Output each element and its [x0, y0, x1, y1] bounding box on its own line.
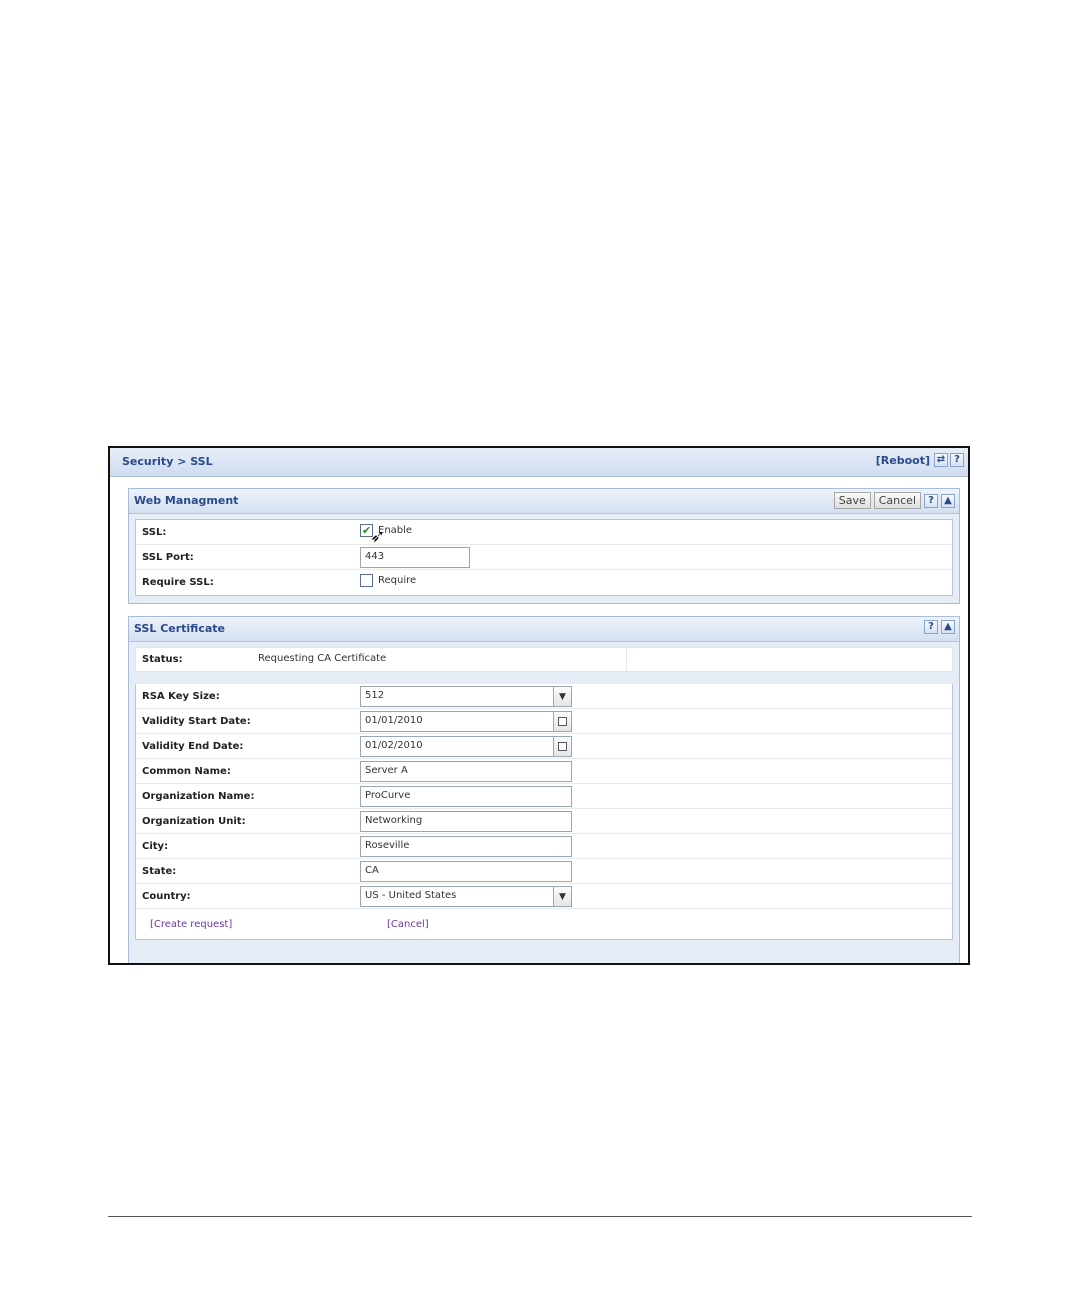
rsa-key-size-label: RSA Key Size: — [142, 691, 220, 702]
validity-start-value: 01/01/2010 — [365, 715, 423, 726]
panel-title: SSL Certificate — [134, 622, 225, 635]
cancel-button[interactable]: Cancel — [873, 492, 921, 509]
web-management-header: Web Managment Save Cancel ? ▲ — [129, 489, 959, 514]
action-links: [Create request] [Cancel] — [136, 909, 952, 939]
chevron-down-icon[interactable]: ▼ — [553, 687, 571, 706]
organization-unit-label: Organization Unit: — [142, 816, 246, 827]
web-management-form: SSL: ✔ Enable ➶ SSL Port: 443 Require SS… — [135, 519, 953, 596]
validity-start-input[interactable]: 01/01/2010 — [360, 711, 572, 732]
organization-name-label: Organization Name: — [142, 791, 255, 802]
rsa-key-size-select[interactable]: 512 ▼ — [360, 686, 572, 707]
common-name-label: Common Name: — [142, 766, 231, 777]
calendar-icon[interactable] — [553, 712, 571, 731]
country-select[interactable]: US - United States ▼ — [360, 886, 572, 907]
ssl-port-input[interactable]: 443 — [360, 547, 470, 568]
help-icon[interactable]: ? — [950, 453, 964, 467]
title-bar: Security > SSL [Reboot] ⇄ ? — [110, 448, 968, 477]
organization-unit-input[interactable]: Networking — [360, 811, 572, 832]
status-label: Status: — [142, 654, 183, 665]
require-ssl-checkbox[interactable] — [360, 574, 373, 587]
ssl-settings-window: Security > SSL [Reboot] ⇄ ? Web Managmen… — [108, 446, 970, 965]
calendar-icon[interactable] — [553, 737, 571, 756]
refresh-icon[interactable]: ⇄ — [934, 453, 948, 467]
common-name-row: Common Name: Server A — [136, 759, 952, 784]
state-row: State: CA — [136, 859, 952, 884]
state-input[interactable]: CA — [360, 861, 572, 882]
collapse-icon[interactable]: ▲ — [941, 620, 955, 634]
validity-end-input[interactable]: 01/02/2010 — [360, 736, 572, 757]
require-ssl-option-label: Require — [378, 575, 417, 586]
collapse-icon[interactable]: ▲ — [941, 493, 955, 508]
mouse-pointer-icon: ➶ — [370, 526, 386, 547]
divider — [626, 648, 627, 671]
ssl-label: SSL: — [142, 527, 167, 538]
country-row: Country: US - United States ▼ — [136, 884, 952, 909]
panel-tools: ? ▲ — [924, 620, 955, 634]
validity-start-label: Validity Start Date: — [142, 716, 251, 727]
require-ssl-label: Require SSL: — [142, 577, 214, 588]
validity-start-row: Validity Start Date: 01/01/2010 — [136, 709, 952, 734]
page-divider — [108, 1216, 972, 1217]
validity-end-row: Validity End Date: 01/02/2010 — [136, 734, 952, 759]
organization-name-input[interactable]: ProCurve — [360, 786, 572, 807]
organization-unit-row: Organization Unit: Networking — [136, 809, 952, 834]
common-name-input[interactable]: Server A — [360, 761, 572, 782]
status-value: Requesting CA Certificate — [258, 653, 387, 664]
city-row: City: Roseville — [136, 834, 952, 859]
help-icon[interactable]: ? — [924, 620, 938, 634]
cancel-link[interactable]: [Cancel] — [387, 919, 429, 930]
require-ssl-row: Require SSL: Require — [136, 570, 952, 595]
state-label: State: — [142, 866, 177, 877]
panel-tools: Save Cancel ? ▲ — [833, 492, 955, 509]
validity-end-label: Validity End Date: — [142, 741, 244, 752]
title-bar-tools: [Reboot] ⇄ ? — [876, 453, 964, 467]
certificate-form: RSA Key Size: 512 ▼ Validity Start Date:… — [135, 684, 953, 940]
city-input[interactable]: Roseville — [360, 836, 572, 857]
panel-title: Web Managment — [134, 494, 239, 507]
ssl-certificate-panel: SSL Certificate ? ▲ Status: Requesting C… — [128, 616, 960, 963]
country-value: US - United States — [365, 890, 457, 901]
ssl-certificate-header: SSL Certificate ? ▲ — [129, 617, 959, 642]
web-management-panel: Web Managment Save Cancel ? ▲ SSL: ✔ Ena… — [128, 488, 960, 604]
chevron-down-icon[interactable]: ▼ — [553, 887, 571, 906]
rsa-key-size-row: RSA Key Size: 512 ▼ — [136, 684, 952, 709]
help-icon[interactable]: ? — [924, 493, 938, 508]
organization-name-row: Organization Name: ProCurve — [136, 784, 952, 809]
validity-end-value: 01/02/2010 — [365, 740, 423, 751]
reboot-link[interactable]: [Reboot] — [876, 454, 930, 467]
create-request-link[interactable]: [Create request] — [150, 919, 232, 930]
status-row: Status: Requesting CA Certificate — [135, 647, 953, 672]
country-label: Country: — [142, 891, 191, 902]
ssl-port-row: SSL Port: 443 — [136, 545, 952, 570]
rsa-key-size-value: 512 — [365, 690, 385, 701]
ssl-row: SSL: ✔ Enable ➶ — [136, 520, 952, 547]
city-label: City: — [142, 841, 169, 852]
save-button[interactable]: Save — [833, 492, 871, 509]
breadcrumb: Security > SSL — [122, 455, 213, 468]
ssl-port-label: SSL Port: — [142, 552, 194, 563]
